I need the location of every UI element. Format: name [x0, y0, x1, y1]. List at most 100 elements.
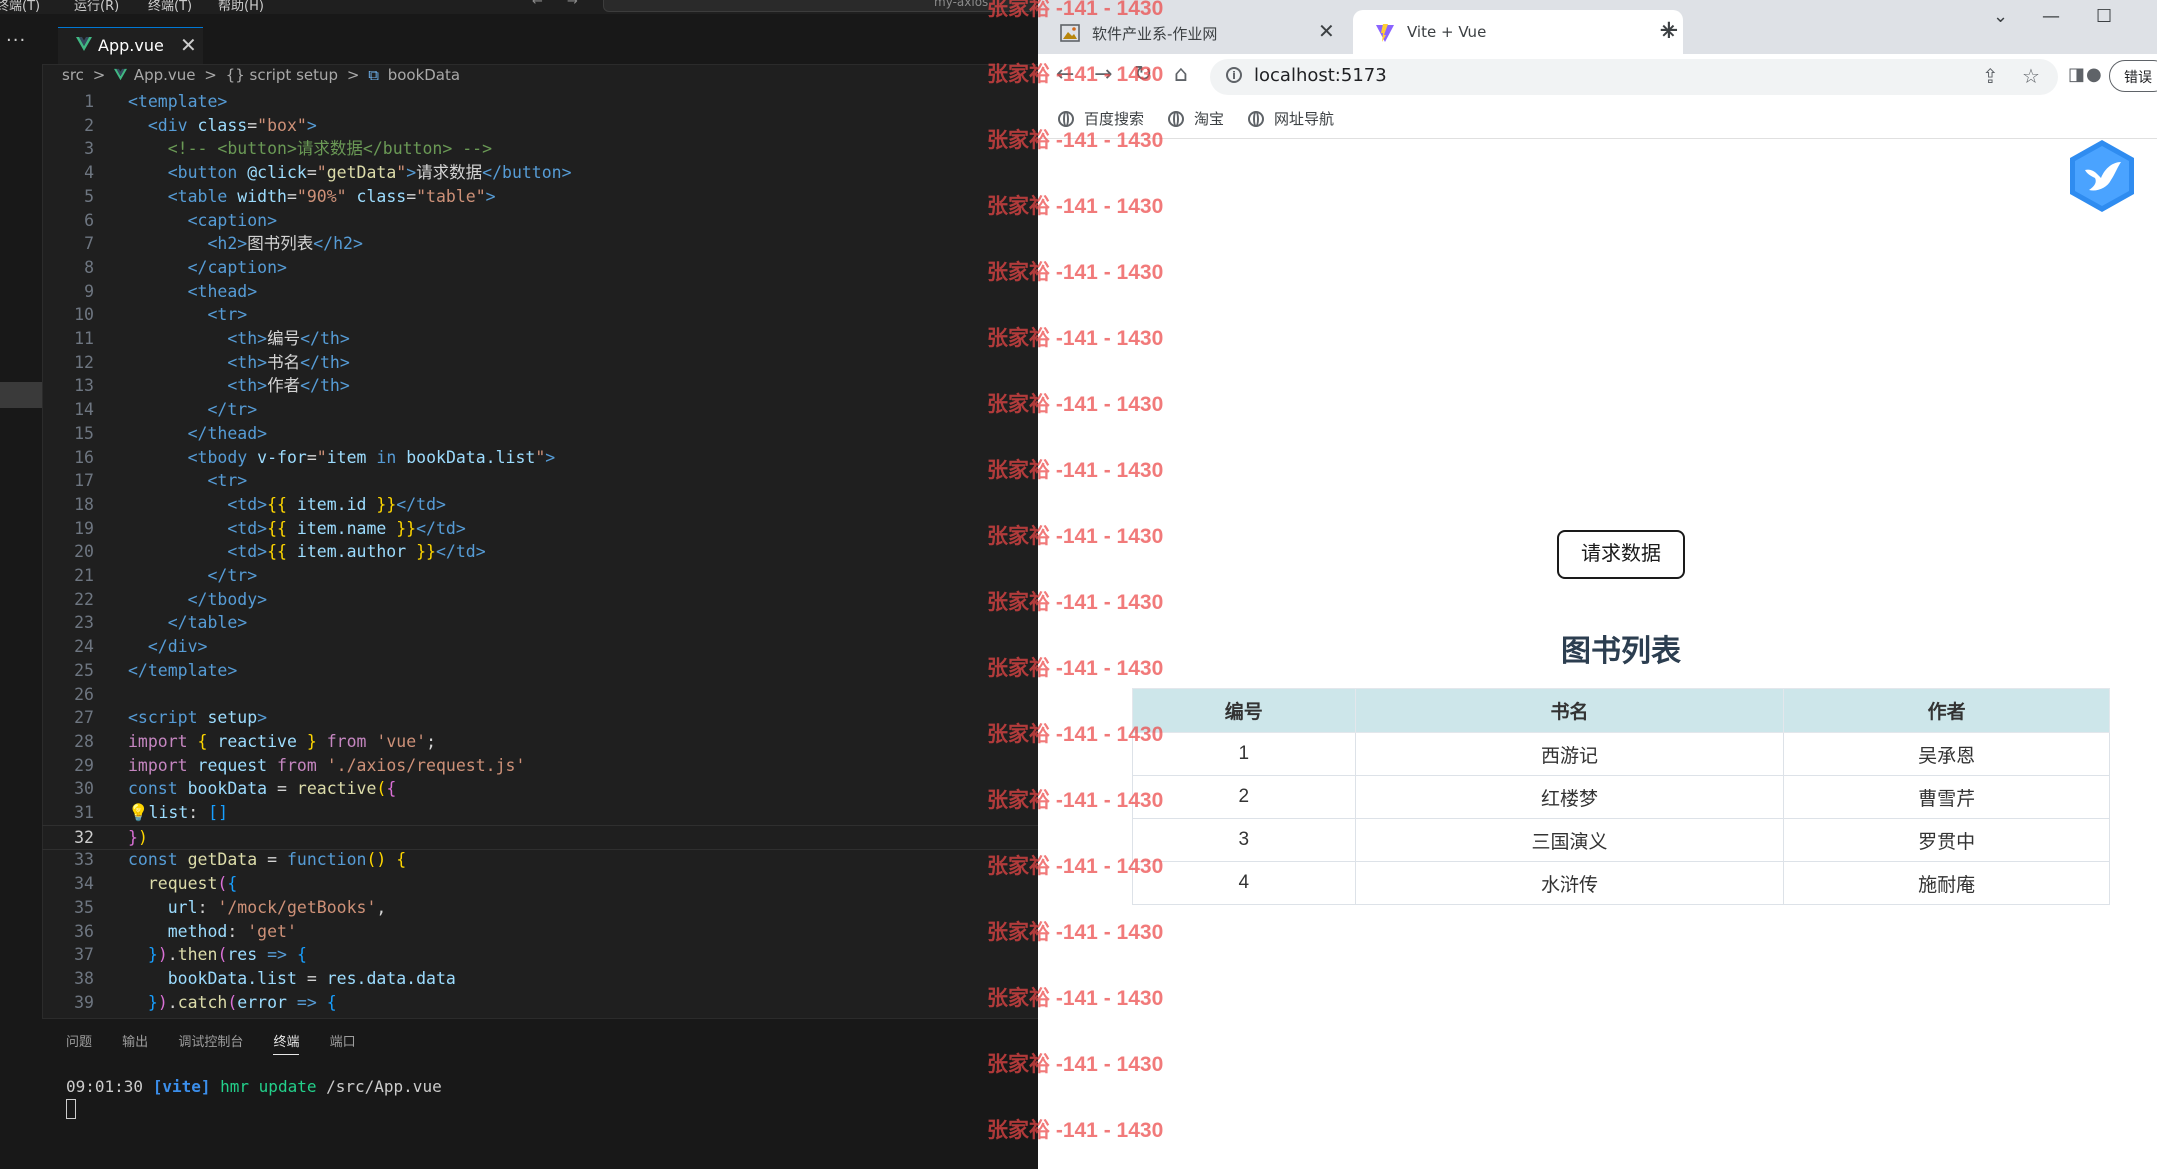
line-number: 4 [84, 163, 94, 183]
breadcrumb-file[interactable]: App.vue [134, 66, 196, 84]
code-line[interactable]: 18 <td>{{ item.id }}</td> [42, 493, 1038, 517]
code-line[interactable]: 30 const bookData = reactive({ [42, 777, 1038, 801]
code-line[interactable]: 17 <tr> [42, 469, 1038, 493]
arrow-right-icon[interactable]: → [567, 0, 578, 9]
line-code: 💡list: [] [128, 803, 229, 822]
code-line[interactable]: 12 <th>书名</th> [42, 351, 1038, 375]
menu-item-terminal-2[interactable]: 终端(T) [148, 0, 192, 14]
menu-item-help[interactable]: 帮助(H) [218, 0, 264, 14]
code-line[interactable]: 28 import { reactive } from 'vue'; [42, 730, 1038, 754]
bookmark-taobao[interactable]: 淘宝 [1168, 108, 1224, 129]
code-line[interactable]: 25 </template> [42, 659, 1038, 683]
breadcrumb-script-setup[interactable]: {} script setup [226, 66, 338, 84]
request-data-button[interactable]: 请求数据 [1557, 530, 1685, 579]
browser-tab-homework[interactable]: 软件产业系-作业网 ✕ [1038, 10, 1340, 54]
terminal-cursor[interactable] [66, 1099, 76, 1119]
activity-bar: ··· [0, 14, 43, 1169]
close-icon[interactable]: ✕ [180, 33, 197, 57]
minimize-icon[interactable]: — [2042, 6, 2060, 27]
code-line[interactable]: 9 <thead> [42, 280, 1038, 304]
line-code: <thead> [187, 281, 258, 301]
code-line[interactable]: 6 <caption> [42, 209, 1038, 233]
menu-item-run[interactable]: 运行(R) [74, 0, 119, 14]
address-bar[interactable]: i localhost:5173 ⇪ ☆ [1210, 59, 2058, 95]
panel-tab-debug-console[interactable]: 调试控制台 [178, 1035, 243, 1050]
line-code: }).then(res => { [147, 945, 307, 965]
breadcrumb-src[interactable]: src [62, 66, 84, 84]
close-icon[interactable]: ✕ [1318, 19, 1335, 43]
code-line[interactable]: 21 </tr> [42, 564, 1038, 588]
reload-icon[interactable]: ↻ [1134, 62, 1152, 87]
code-line[interactable]: 1 <template> [42, 90, 1038, 114]
more-actions-icon[interactable]: ··· [6, 30, 26, 51]
code-line[interactable]: 4 <button @click="getData">请求数据</button> [42, 161, 1038, 185]
line-code: <h2>图书列表</h2> [207, 234, 363, 254]
address-url[interactable]: localhost:5173 [1254, 65, 1387, 86]
site-info-icon[interactable]: i [1226, 67, 1242, 83]
share-icon[interactable]: ⇪ [1982, 64, 1999, 88]
panel-tab-problems[interactable]: 问题 [66, 1035, 92, 1050]
back-icon[interactable]: ← [1056, 62, 1074, 87]
line-number: 36 [74, 921, 94, 941]
browser-tab-vite-vue[interactable]: Vite + Vue ✕ [1353, 10, 1683, 54]
code-line[interactable]: 3 <!-- <button>请求数据</button> --> [42, 137, 1038, 161]
panel-tab-terminal[interactable]: 终端 [273, 1035, 300, 1055]
error-button[interactable]: 错误 [2109, 60, 2157, 92]
tab-app-vue[interactable]: App.vue ✕ [58, 27, 203, 64]
tab-search-chevron-icon[interactable]: ⌄ [1993, 6, 2008, 27]
code-line[interactable]: 38 bookData.list = res.data.data [42, 967, 1038, 991]
cell-name: 红楼梦 [1354, 775, 1785, 819]
code-line[interactable]: 19 <td>{{ item.name }}</td> [42, 517, 1038, 541]
code-line[interactable]: 14 </tr> [42, 398, 1038, 422]
menu-bar: 终端(T) 运行(R) 终端(T) 帮助(H) ← → my-axios [0, 0, 1038, 14]
code-line[interactable]: 33 const getData = function() { [42, 848, 1038, 872]
profile-avatar-icon[interactable]: ● [2086, 64, 2102, 85]
bookmark-baidu[interactable]: 百度搜索 [1058, 108, 1144, 129]
terminal-vite-tag: [vite] [152, 1077, 211, 1096]
code-line[interactable]: 22 </tbody> [42, 588, 1038, 612]
code-line[interactable]: 39 }).catch(error => { [42, 991, 1038, 1015]
code-line[interactable]: 10 <tr> [42, 303, 1038, 327]
code-line[interactable]: 8 </caption> [42, 256, 1038, 280]
home-icon[interactable]: ⌂ [1174, 62, 1188, 87]
line-number: 16 [74, 447, 94, 467]
code-line[interactable]: 36 method: 'get' [42, 920, 1038, 944]
side-panel-icon[interactable]: ◨ [2068, 64, 2085, 85]
line-number: 26 [74, 684, 94, 704]
code-line[interactable]: 7 <h2>图书列表</h2> [42, 232, 1038, 256]
code-line[interactable]: 32}) [42, 824, 1038, 851]
code-line[interactable]: 29 import request from './axios/request.j… [42, 754, 1038, 778]
code-line[interactable]: 20 <td>{{ item.author }}</td> [42, 540, 1038, 564]
menu-item-terminal[interactable]: 终端(T) [0, 0, 40, 14]
code-line[interactable]: 23 </table> [42, 611, 1038, 635]
command-center[interactable]: my-axios [603, 0, 1035, 12]
bookmark-nav[interactable]: 网址导航 [1248, 108, 1334, 129]
new-tab-plus-icon[interactable]: + [1658, 15, 1680, 45]
forward-icon[interactable]: → [1094, 62, 1112, 87]
code-line[interactable]: 15 </thead> [42, 422, 1038, 446]
breadcrumb-bookdata[interactable]: bookData [388, 66, 460, 84]
line-code: <th>书名</th> [227, 352, 350, 372]
code-line[interactable]: 2 <div class="box"> [42, 114, 1038, 138]
code-line[interactable]: 37 }).then(res => { [42, 943, 1038, 967]
code-line[interactable]: 26 [42, 683, 1038, 707]
arrow-left-icon[interactable]: ← [532, 0, 543, 9]
maximize-icon[interactable]: ☐ [2096, 6, 2112, 27]
bookmarks-bar: 百度搜索 淘宝 网址导航 [1038, 100, 2157, 139]
code-line[interactable]: 24 </div> [42, 635, 1038, 659]
bookmark-star-icon[interactable]: ☆ [2022, 64, 2040, 88]
code-line[interactable]: 35 url: '/mock/getBooks', [42, 896, 1038, 920]
code-line[interactable]: 13 <th>作者</th> [42, 374, 1038, 398]
code-line[interactable]: 27 <script setup> [42, 706, 1038, 730]
panel-tab-output[interactable]: 输出 [122, 1035, 148, 1050]
code-line[interactable]: 11 <th>编号</th> [42, 327, 1038, 351]
code-line[interactable]: 16 <tbody v-for="item in bookData.list"> [42, 446, 1038, 470]
code-editor[interactable]: 1 <template> 2 <div class="box"> 3 <!-- <bu… [42, 90, 1038, 1018]
line-number: 25 [74, 660, 94, 680]
panel-tab-ports[interactable]: 端口 [330, 1035, 356, 1050]
code-line[interactable]: 31 💡list: [] [42, 801, 1038, 825]
code-line[interactable]: 5 <table width="90%" class="table"> [42, 185, 1038, 209]
header-id: 编号 [1132, 688, 1356, 733]
line-number: 33 [74, 850, 94, 870]
code-line[interactable]: 34 request({ [42, 872, 1038, 896]
